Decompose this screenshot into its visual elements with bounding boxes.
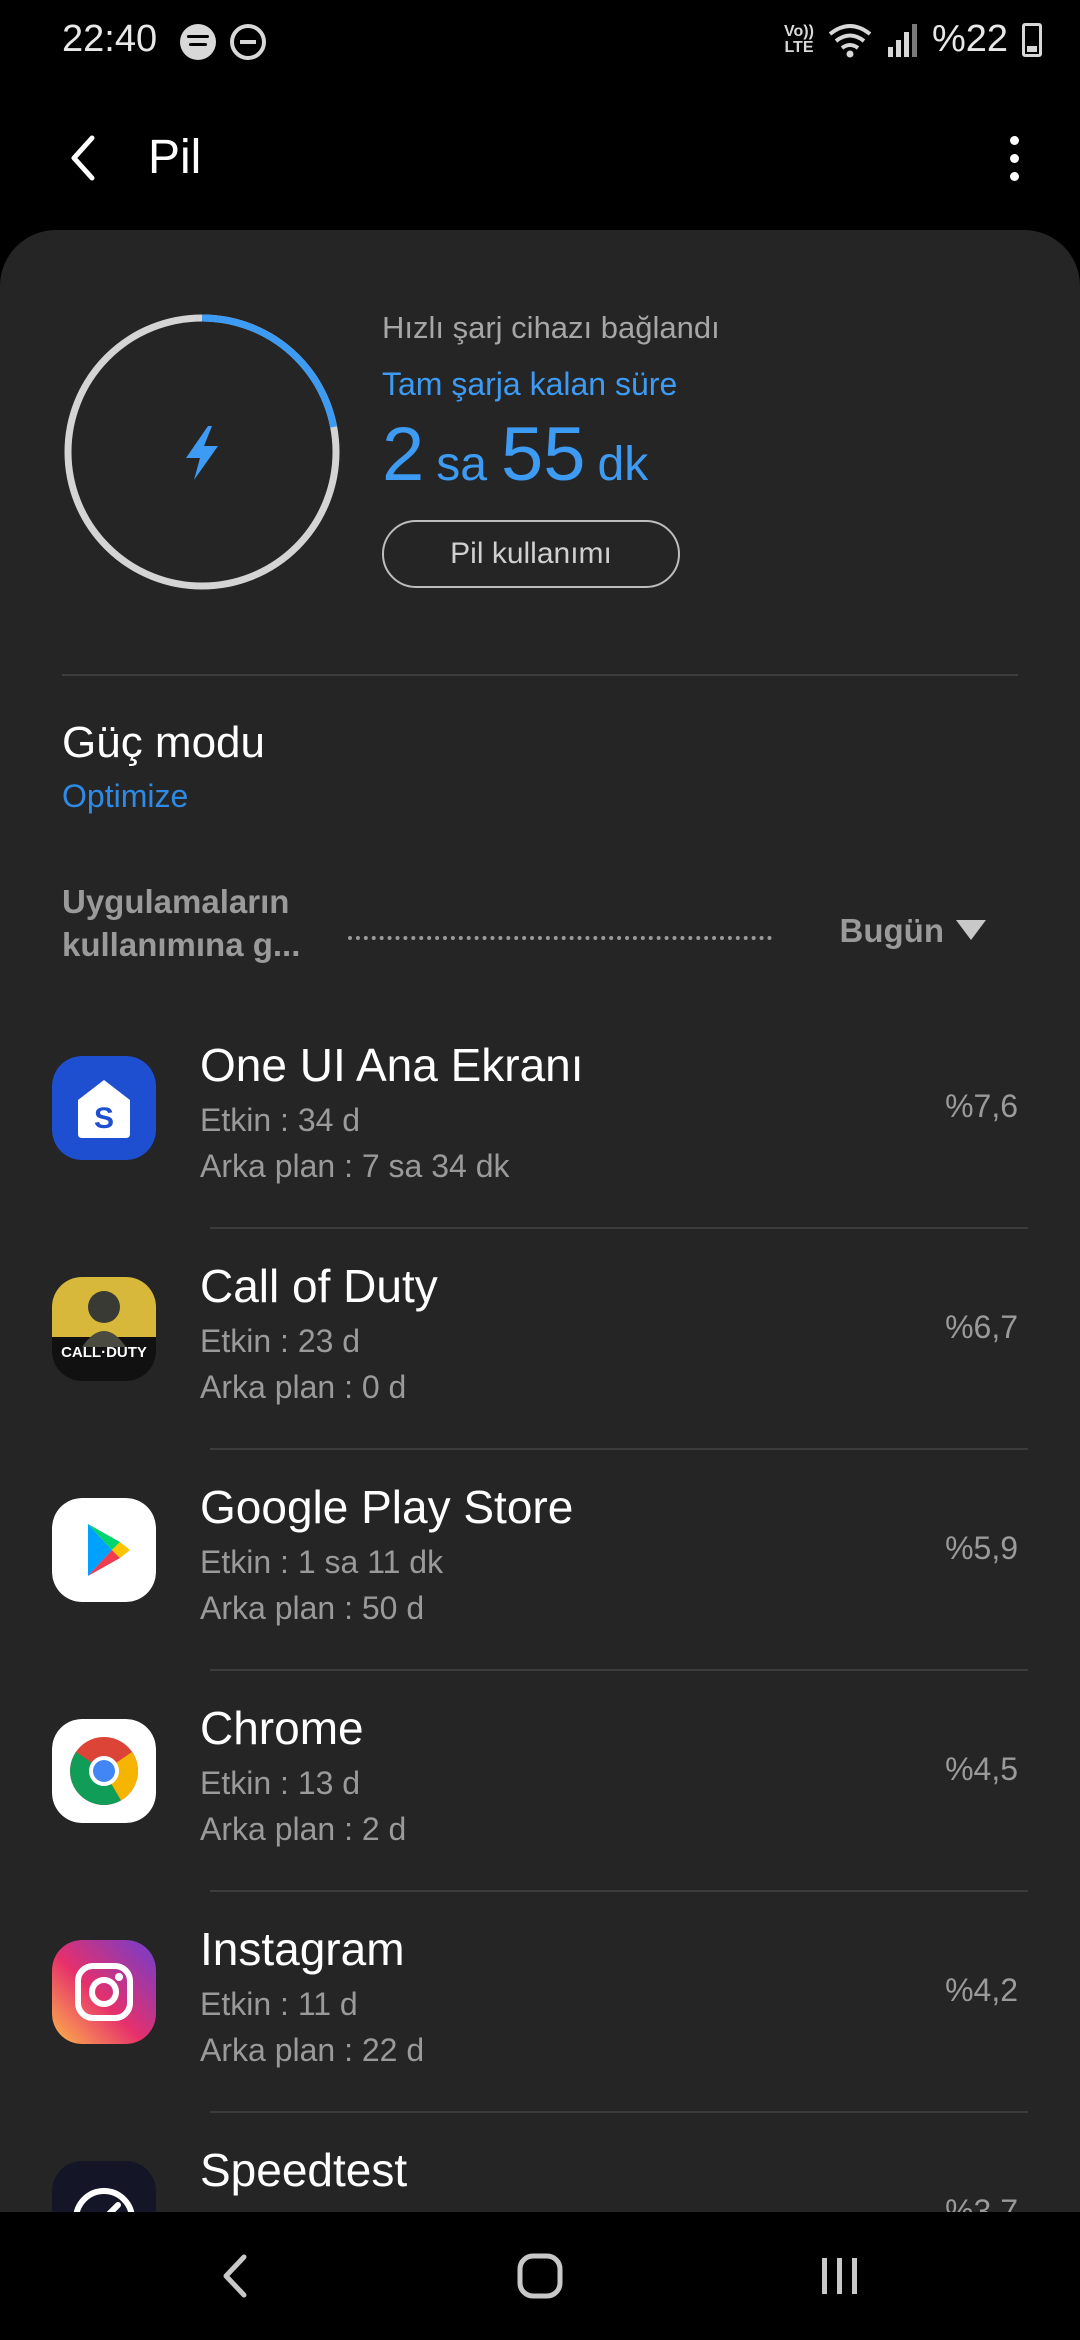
period-dropdown[interactable]: Bugün: [840, 912, 944, 950]
app-name: One UI Ana Ekranı: [200, 1039, 584, 1091]
call-of-duty-icon: CALL·DUTY: [52, 1277, 156, 1381]
back-nav-icon: [223, 2254, 247, 2298]
app-row[interactable]: CALL·DUTY Call of Duty Etkin : 23 d Arka…: [0, 1229, 1080, 1450]
instagram-icon: [52, 1940, 156, 2044]
wifi-icon: [828, 23, 872, 57]
app-name: Instagram: [200, 1923, 405, 1975]
power-mode-value: Optimize: [62, 778, 189, 814]
app-row[interactable]: S One UI Ana Ekranı Etkin : 34 d Arka pl…: [0, 1008, 1080, 1229]
charge-time-label: Tam şarja kalan süre: [382, 366, 678, 402]
battery-percent: %22: [931, 18, 1008, 60]
more-options-button[interactable]: [984, 128, 1044, 188]
charge-time: 2 sa 55 dk: [382, 411, 720, 498]
app-background-time: Arka plan : 2 d: [200, 1811, 407, 1847]
app-name: Call of Duty: [200, 1260, 438, 1312]
status-bar: 22:40 Vo)) LTE %22: [0, 0, 1080, 84]
app-active-time: Etkin : 11 d: [200, 1986, 358, 2022]
app-usage-percent: %6,7: [945, 1309, 1018, 1345]
page-title: Pil: [148, 131, 202, 184]
dotted-divider: [348, 936, 772, 940]
app-usage-percent: %4,5: [945, 1751, 1018, 1787]
more-vert-icon: [1009, 135, 1019, 145]
app-background-time: Arka plan : 0 d: [200, 1369, 407, 1405]
dnd-icon: [230, 24, 266, 60]
app-usage-percent: %4,2: [945, 1972, 1018, 2008]
charge-hours-unit: sa: [436, 438, 487, 491]
app-row[interactable]: Chrome Etkin : 13 d Arka plan : 2 d %4,5: [0, 1671, 1080, 1892]
battery-usage-button[interactable]: Pil kullanımı: [382, 520, 680, 588]
bolt-icon: [186, 426, 218, 480]
nav-back-button[interactable]: [196, 2236, 276, 2316]
volte-icon: Vo)) LTE: [784, 22, 814, 56]
back-button[interactable]: [56, 128, 116, 188]
app-name: Chrome: [200, 1702, 364, 1754]
home-nav-icon: [517, 2253, 563, 2299]
app-name: Speedtest: [200, 2144, 408, 2196]
app-usage-percent: %7,6: [945, 1088, 1018, 1124]
recents-nav-icon: [822, 2258, 857, 2294]
app-active-time: Etkin : 23 d: [200, 1323, 361, 1359]
battery-ring: [62, 312, 342, 592]
app-active-time: Etkin : 13 d: [200, 1765, 361, 1801]
charge-hours: 2: [382, 412, 425, 497]
dropdown-arrow-icon[interactable]: [956, 920, 986, 940]
status-time: 22:40: [62, 18, 158, 60]
charge-info: Hızlı şarj cihazı bağlandı Tam şarja kal…: [382, 310, 720, 588]
app-usage-percent: %5,9: [945, 1530, 1018, 1566]
nav-home-button[interactable]: [500, 2236, 580, 2316]
usage-header: Uygulamaların kullanımına g... Bugün: [62, 880, 1018, 980]
nav-recents-button[interactable]: [800, 2236, 880, 2316]
one-ui-home-icon: S: [52, 1056, 156, 1160]
battery-charging-icon: [1022, 22, 1042, 57]
app-row[interactable]: Google Play Store Etkin : 1 sa 11 dk Ark…: [0, 1450, 1080, 1671]
app-active-time: Etkin : 1 sa 11 dk: [200, 1544, 444, 1580]
chrome-icon: [52, 1719, 156, 1823]
charge-status: Hızlı şarj cihazı bağlandı: [382, 310, 720, 345]
app-usage-list: S One UI Ana Ekranı Etkin : 34 d Arka pl…: [0, 1008, 1080, 2230]
status-right-icons: Vo)) LTE %22: [784, 18, 1042, 61]
app-background-time: Arka plan : 7 sa 34 dk: [200, 1148, 510, 1184]
svg-text:CALL·DUTY: CALL·DUTY: [61, 1344, 147, 1361]
app-row[interactable]: Instagram Etkin : 11 d Arka plan : 22 d …: [0, 1892, 1080, 2113]
power-mode-title: Güç modu: [62, 718, 265, 767]
signal-icon: [887, 23, 917, 57]
chevron-left-icon: [71, 135, 95, 181]
section-divider: [62, 674, 1018, 676]
battery-card: Hızlı şarj cihazı bağlandı Tam şarja kal…: [0, 230, 1080, 2230]
play-store-icon: [52, 1498, 156, 1602]
status-left-icons: [180, 24, 266, 60]
app-background-time: Arka plan : 22 d: [200, 2032, 425, 2068]
app-name: Google Play Store: [200, 1481, 574, 1533]
spotify-icon: [180, 24, 216, 60]
app-bar: Pil: [0, 110, 1080, 210]
usage-label: Uygulamaların kullanımına g...: [62, 883, 301, 963]
svg-text:S: S: [94, 1102, 114, 1135]
charge-minutes-unit: dk: [597, 438, 649, 491]
navigation-bar: [0, 2212, 1080, 2340]
charge-minutes: 55: [500, 412, 586, 497]
app-active-time: Etkin : 34 d: [200, 1102, 361, 1138]
app-background-time: Arka plan : 50 d: [200, 1590, 425, 1626]
power-mode-item[interactable]: Güç modu Optimize: [62, 718, 265, 815]
